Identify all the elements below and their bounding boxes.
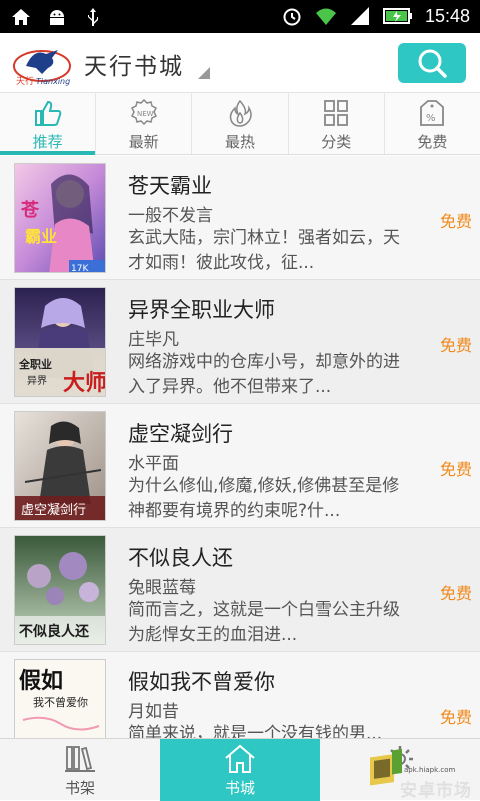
app-title[interactable]: 天行书城 bbox=[84, 47, 184, 81]
svg-text:%: % bbox=[426, 113, 436, 124]
free-badge: 免费 bbox=[439, 460, 472, 479]
svg-text:霸业: 霸业 bbox=[25, 227, 57, 246]
book-title: 不似良人还 bbox=[128, 546, 233, 570]
tab-recommended[interactable]: 推荐 bbox=[0, 93, 97, 155]
svg-text:假如: 假如 bbox=[19, 668, 63, 694]
free-badge: 免费 bbox=[439, 336, 472, 355]
svg-text:大师: 大师 bbox=[63, 370, 106, 396]
book-item[interactable]: 苍 霸业 17K 苍天霸业 一般不发言 玄武大陆，宗门林立！强者如云，天才如雨！… bbox=[0, 156, 480, 280]
book-author: 一般不发言 bbox=[128, 206, 213, 226]
watermark-brand: 安卓市场 bbox=[400, 781, 472, 801]
new-badge-icon: NEW bbox=[130, 99, 157, 126]
category-tabs: 推荐 NEW 最新 最热 分类 % 免费 bbox=[0, 93, 480, 155]
svg-text:虚空凝剑行: 虚空凝剑行 bbox=[21, 502, 86, 518]
tab-categories[interactable]: 分类 bbox=[289, 93, 385, 154]
tab-label: 最新 bbox=[128, 133, 159, 151]
nav-label: 书架 bbox=[64, 779, 95, 797]
tab-label: 最热 bbox=[225, 133, 256, 151]
svg-text:17K: 17K bbox=[71, 264, 89, 273]
book-cover: 虚空凝剑行 bbox=[14, 411, 106, 521]
svg-text:异界: 异界 bbox=[27, 375, 47, 387]
book-cover: 不似良人还 bbox=[14, 535, 106, 645]
book-author: 水平面 bbox=[128, 454, 179, 474]
status-bar: 15:48 bbox=[0, 0, 480, 33]
search-icon bbox=[418, 49, 447, 78]
book-title: 异界全职业大师 bbox=[128, 298, 275, 322]
bookshelf-icon bbox=[65, 746, 95, 772]
book-title: 虚空凝剑行 bbox=[128, 422, 233, 446]
flame-icon bbox=[229, 99, 252, 127]
home-icon bbox=[12, 9, 30, 25]
book-description: 简而言之，这就是一个白雪公主升级为彪悍女王的血泪进... bbox=[128, 600, 400, 645]
svg-text:我不曾爱你: 我不曾爱你 bbox=[33, 695, 88, 709]
dropdown-caret-icon[interactable] bbox=[196, 67, 210, 79]
house-icon bbox=[225, 744, 255, 773]
svg-text:全职业: 全职业 bbox=[18, 357, 52, 371]
svg-text:Tianxing: Tianxing bbox=[36, 77, 70, 86]
nav-bookstore[interactable]: 书城 bbox=[160, 739, 320, 801]
book-title: 苍天霸业 bbox=[128, 174, 212, 198]
book-author: 庄毕凡 bbox=[128, 330, 179, 350]
search-button[interactable] bbox=[398, 43, 466, 83]
free-badge: 免费 bbox=[439, 584, 472, 603]
book-cover: 全职业 异界 大师 bbox=[14, 287, 106, 397]
tab-label: 分类 bbox=[321, 133, 352, 151]
book-item[interactable]: 虚空凝剑行 虚空凝剑行 水平面 为什么修仙,修魔,修妖,修佛甚至是修神都要有境界… bbox=[0, 404, 480, 528]
signal-icon bbox=[350, 7, 369, 25]
battery-icon bbox=[382, 8, 412, 24]
svg-text:不似良人还: 不似良人还 bbox=[19, 623, 90, 640]
svg-text:NEW: NEW bbox=[137, 110, 154, 118]
book-description: 玄武大陆，宗门林立！强者如云，天才如雨！彼此攻伐，征... bbox=[128, 228, 400, 273]
book-cover: 假如 我不曾爱你 bbox=[14, 659, 106, 738]
tab-label: 免费 bbox=[417, 133, 448, 151]
nav-label: 书城 bbox=[224, 779, 255, 797]
watermark-url: apk.hiapk.com bbox=[404, 766, 456, 774]
book-cover: 苍 霸业 17K bbox=[14, 163, 106, 273]
tab-free[interactable]: % 免费 bbox=[385, 93, 480, 154]
percent-tag-icon: % bbox=[420, 100, 445, 126]
alarm-icon bbox=[283, 8, 301, 26]
free-badge: 免费 bbox=[439, 708, 472, 727]
thumbs-up-icon bbox=[34, 100, 61, 126]
book-item[interactable]: 假如 我不曾爱你 假如我不曾爱你 月如昔 简单来说，就是一个没有钱的男... 免… bbox=[0, 652, 480, 738]
tianxing-logo: 天行 Tianxing bbox=[13, 50, 71, 87]
book-author: 月如昔 bbox=[128, 702, 179, 722]
svg-text:苍: 苍 bbox=[20, 199, 40, 221]
nav-bookshelf[interactable]: 书架 bbox=[0, 739, 160, 801]
app-header: 天行 Tianxing 天行书城 bbox=[0, 33, 480, 93]
tab-newest[interactable]: NEW 最新 bbox=[96, 93, 193, 154]
book-description: 为什么修仙,修魔,修妖,修佛甚至是修神都要有境界的约束呢?什... bbox=[128, 476, 400, 521]
free-badge: 免费 bbox=[439, 212, 472, 231]
tab-label: 推荐 bbox=[32, 133, 63, 151]
book-list: 苍 霸业 17K 苍天霸业 一般不发言 玄武大陆，宗门林立！强者如云，天才如雨！… bbox=[0, 156, 480, 738]
book-item[interactable]: 全职业 异界 大师 异界全职业大师 庄毕凡 网络游戏中的仓库小号，却意外的进入了… bbox=[0, 280, 480, 404]
svg-text:天行: 天行 bbox=[16, 75, 34, 87]
wifi-icon bbox=[315, 8, 336, 25]
book-description: 网络游戏中的仓库小号，却意外的进入了异界。他不但带来了... bbox=[128, 352, 400, 397]
grid-icon bbox=[324, 100, 349, 126]
book-title: 假如我不曾爱你 bbox=[128, 670, 275, 694]
android-icon bbox=[50, 10, 64, 25]
book-item[interactable]: 不似良人还 不似良人还 兔眼蓝莓 简而言之，这就是一个白雪公主升级为彪悍女王的血… bbox=[0, 528, 480, 652]
status-time: 15:48 bbox=[424, 5, 470, 26]
tab-hottest[interactable]: 最热 bbox=[192, 93, 289, 154]
book-author: 兔眼蓝莓 bbox=[128, 578, 196, 598]
usb-icon bbox=[88, 8, 98, 26]
book-description: 简单来说，就是一个没有钱的男... bbox=[128, 724, 383, 738]
